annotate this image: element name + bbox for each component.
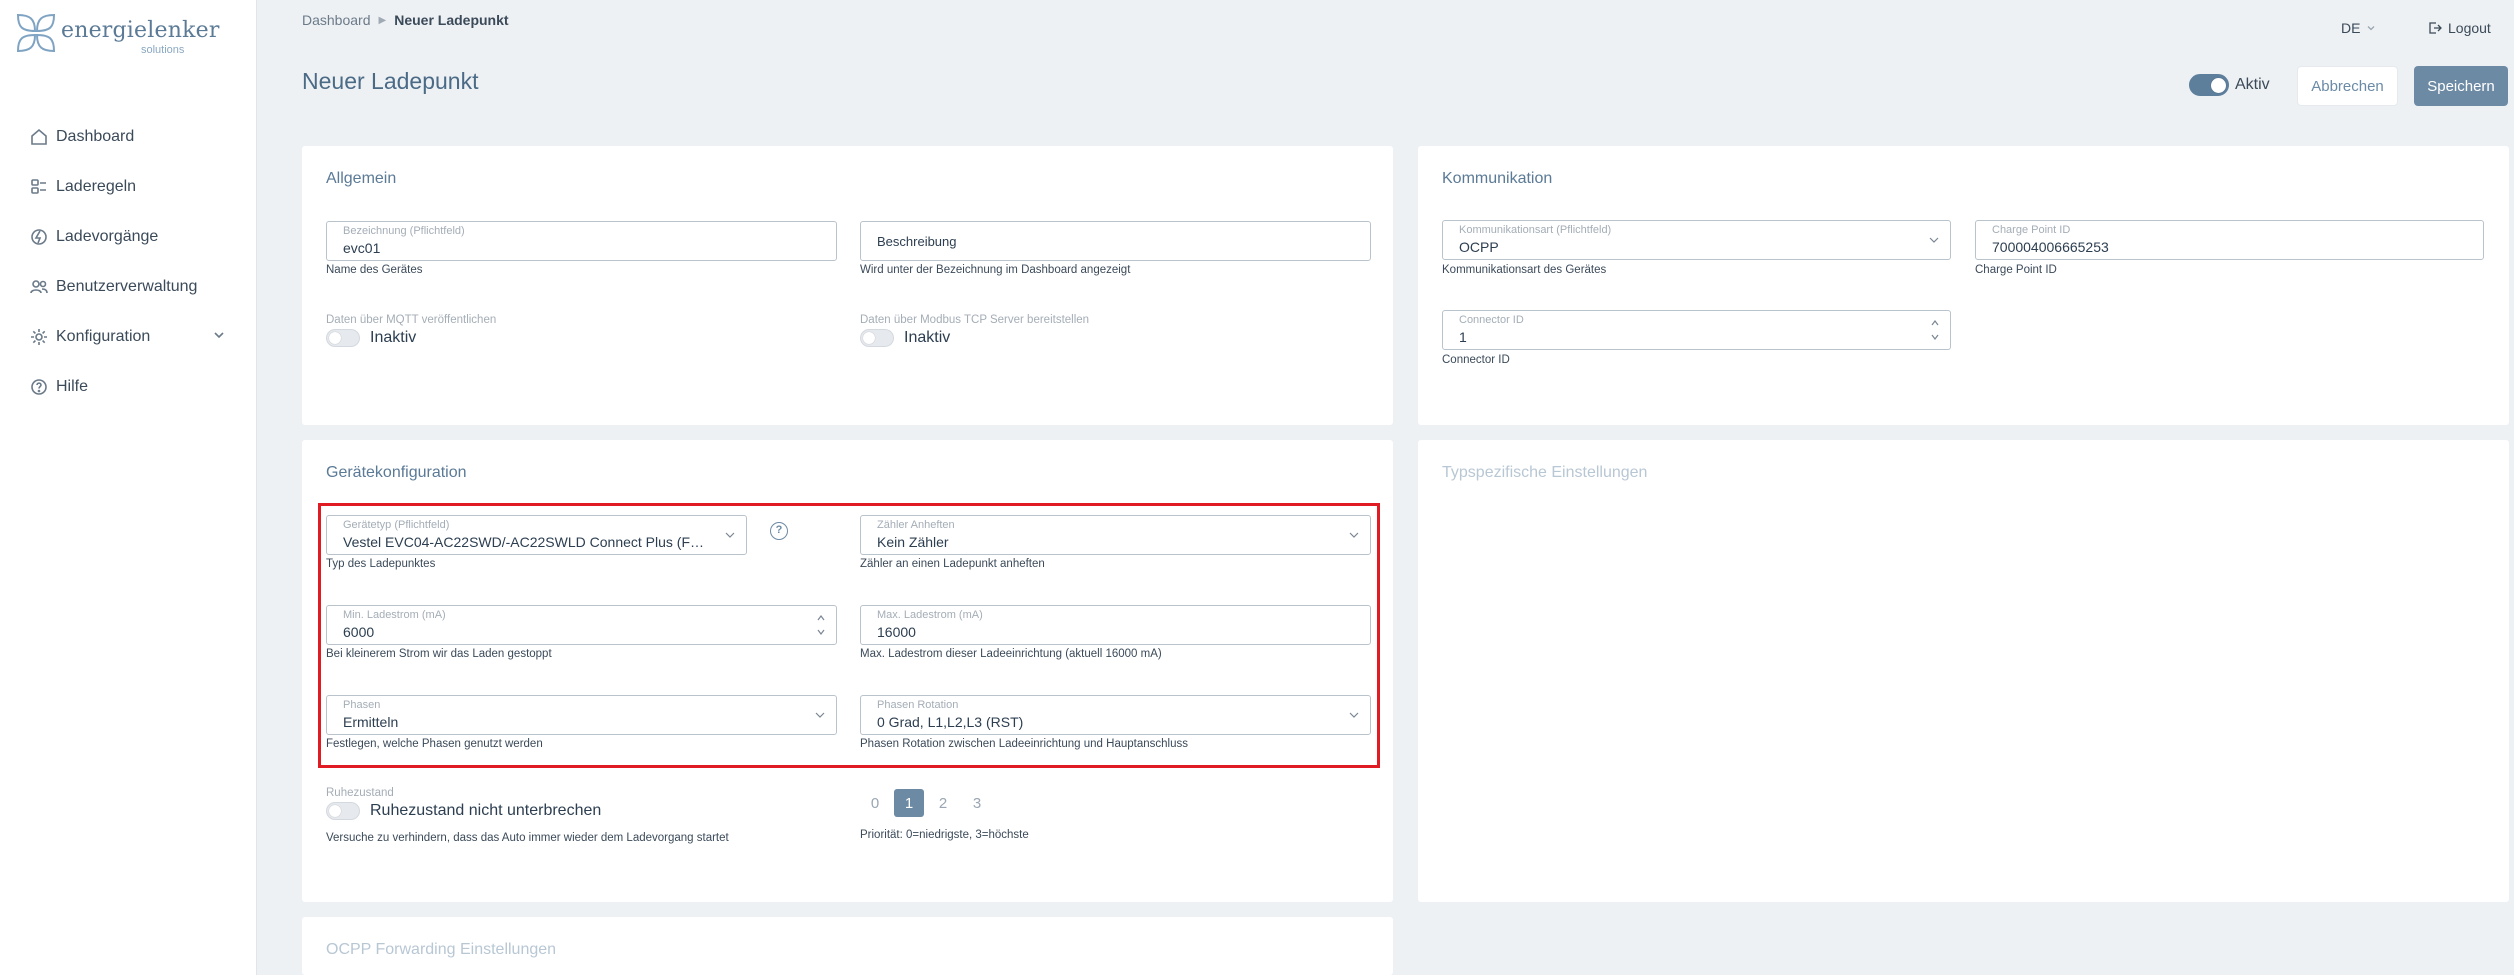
gear-icon	[31, 329, 47, 345]
field-hint: Name des Gerätes	[326, 264, 423, 276]
page-title: Neuer Ladepunkt	[302, 68, 479, 94]
sidebar-item-label: Hilfe	[56, 378, 89, 395]
switch-state: Inaktiv	[370, 329, 417, 346]
sidebar-item-ladevorgaenge[interactable]: Ladevorgänge	[30, 212, 230, 262]
sidebar-item-hilfe[interactable]: Hilfe	[30, 362, 230, 412]
charging-icon	[31, 229, 47, 245]
highlight-box	[318, 503, 1380, 768]
sidebar-item-label: Ladevorgänge	[56, 228, 159, 245]
active-toggle[interactable]	[2189, 74, 2229, 96]
save-button[interactable]: Speichern	[2414, 66, 2508, 106]
priority-selector: 0 1 2 3	[860, 789, 992, 817]
language-selector[interactable]: DE	[2341, 20, 2376, 36]
field-hint: Connector ID	[1442, 354, 1510, 366]
field-label: Bezeichnung (Pflichtfeld)	[343, 225, 465, 237]
field-value: evc01	[343, 240, 381, 256]
modbus-toggle[interactable]	[860, 329, 894, 347]
brand-sub: solutions	[141, 44, 185, 56]
logo[interactable]: energielenker solutions	[16, 12, 219, 58]
breadcrumb-current: Neuer Ladepunkt	[394, 12, 509, 28]
sidebar-item-label: Benutzerverwaltung	[56, 278, 198, 295]
modbus-switch-row: Inaktiv	[860, 329, 950, 347]
connector-id-field[interactable]: Connector ID 1	[1442, 310, 1951, 350]
charge-point-id-field[interactable]: Charge Point ID 700004006665253	[1975, 220, 2484, 260]
logout-button[interactable]: Logout	[2428, 20, 2491, 36]
card-typspezifisch: Typspezifische Einstellungen	[1418, 440, 2509, 902]
chevron-down-icon[interactable]	[213, 329, 225, 341]
users-icon	[30, 280, 48, 294]
sidebar: energielenker solutions Dashboard Ladere…	[0, 0, 257, 975]
card-title: Kommunikation	[1442, 170, 1553, 187]
field-hint: Wird unter der Bezeichnung im Dashboard …	[860, 264, 1131, 276]
field-hint: Priorität: 0=niedrigste, 3=höchste	[860, 829, 1029, 841]
language-value: DE	[2341, 20, 2361, 36]
logo-icon	[16, 13, 56, 53]
field-value: 1	[1459, 329, 1467, 345]
switch-label: Daten über MQTT veröffentlichen	[326, 314, 497, 326]
rules-icon	[31, 179, 46, 194]
sidebar-item-label: Konfiguration	[56, 328, 151, 345]
sidebar-nav: Dashboard Laderegeln Ladevorgänge Benutz…	[30, 112, 230, 412]
card-title: Typspezifische Einstellungen	[1442, 464, 1648, 481]
description-field[interactable]: Beschreibung	[860, 221, 1371, 261]
card-title: OCPP Forwarding Einstellungen	[326, 941, 557, 958]
active-toggle-row: Aktiv	[2189, 74, 2270, 96]
communication-type-select[interactable]: Kommunikationsart (Pflichtfeld) OCPP	[1442, 220, 1951, 260]
number-stepper-icon[interactable]	[1930, 316, 1940, 344]
sidebar-item-dashboard[interactable]: Dashboard	[30, 112, 230, 162]
switch-text: Ruhezustand nicht unterbrechen	[370, 802, 602, 819]
switch-label: Daten über Modbus TCP Server bereitstell…	[860, 314, 1090, 326]
field-value: 700004006665253	[1992, 239, 2109, 255]
sidebar-item-label: Laderegeln	[56, 178, 137, 195]
rest-toggle[interactable]	[326, 802, 360, 820]
chevron-down-icon	[1929, 237, 1939, 243]
breadcrumb-separator-icon: ▶	[378, 14, 387, 26]
brand-name: energielenker	[61, 18, 220, 43]
priority-option[interactable]: 2	[928, 789, 958, 817]
cancel-button[interactable]: Abbrechen	[2297, 66, 2398, 106]
switch-label: Ruhezustand	[326, 787, 394, 799]
field-label: Connector ID	[1459, 314, 1524, 326]
active-label: Aktiv	[2235, 76, 2270, 93]
sidebar-item-laderegeln[interactable]: Laderegeln	[30, 162, 230, 212]
mqtt-toggle[interactable]	[326, 329, 360, 347]
field-hint: Kommunikationsart des Gerätes	[1442, 264, 1607, 276]
sidebar-item-benutzerverwaltung[interactable]: Benutzerverwaltung	[30, 262, 230, 312]
field-label: Charge Point ID	[1992, 224, 2071, 236]
card-kommunikation: Kommunikation Kommunikationsart (Pflicht…	[1418, 146, 2509, 425]
chevron-down-icon	[2367, 26, 2375, 31]
breadcrumb-dashboard[interactable]: Dashboard	[302, 12, 371, 28]
card-ocpp-forwarding: OCPP Forwarding Einstellungen	[302, 917, 1393, 975]
field-label: Kommunikationsart (Pflichtfeld)	[1459, 224, 1612, 236]
priority-option[interactable]: 3	[962, 789, 992, 817]
field-hint: Charge Point ID	[1975, 264, 2057, 276]
home-icon	[31, 128, 47, 145]
field-hint: Versuche zu verhindern, dass das Auto im…	[326, 832, 729, 844]
logout-icon	[2429, 22, 2442, 34]
priority-option-selected[interactable]: 1	[894, 789, 924, 817]
sidebar-item-label: Dashboard	[56, 128, 135, 145]
mqtt-switch-row: Inaktiv	[326, 329, 416, 347]
card-allgemein: Allgemein Bezeichnung (Pflichtfeld) evc0…	[302, 146, 1393, 425]
logout-label: Logout	[2448, 20, 2491, 36]
field-value: OCPP	[1459, 239, 1499, 255]
breadcrumb: Dashboard ▶ Neuer Ladepunkt	[302, 12, 509, 28]
switch-state: Inaktiv	[904, 329, 951, 346]
rest-switch-row: Ruhezustand nicht unterbrechen	[326, 802, 601, 820]
card-title: Gerätekonfiguration	[326, 464, 467, 481]
card-title: Allgemein	[326, 170, 397, 187]
field-placeholder: Beschreibung	[877, 234, 957, 249]
name-field[interactable]: Bezeichnung (Pflichtfeld) evc01	[326, 221, 837, 261]
sidebar-item-konfiguration[interactable]: Konfiguration	[30, 312, 230, 362]
help-icon	[31, 379, 47, 395]
priority-option[interactable]: 0	[860, 789, 890, 817]
